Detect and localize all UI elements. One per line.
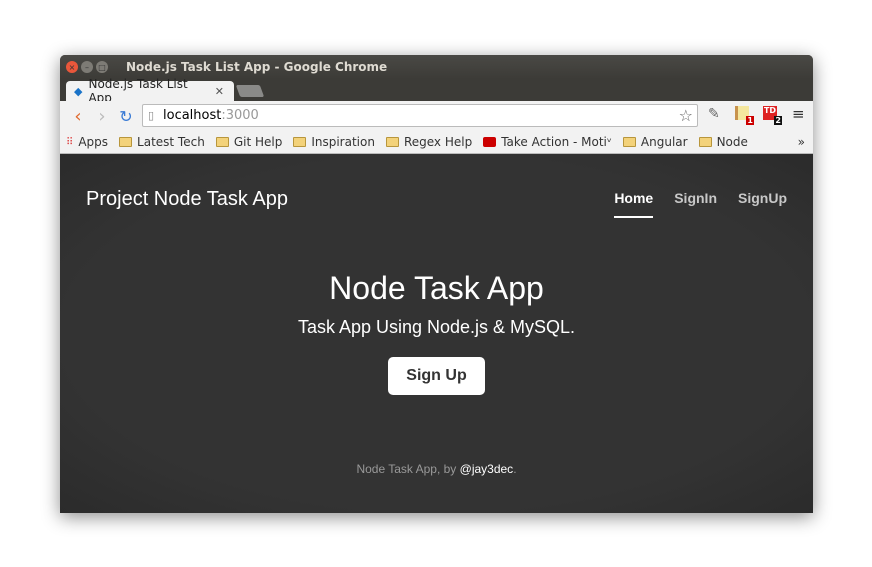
toolbar: ‹ › ↻ ▯ localhost:3000 ☆ ✎ 1 TD 2 ≡ [60, 101, 813, 131]
bookmark-angular[interactable]: Angular [622, 135, 688, 149]
bookmark-git-help[interactable]: Git Help [215, 135, 282, 149]
title-bar: × – □ Node.js Task List App - Google Chr… [60, 55, 813, 79]
bookmark-latest-tech[interactable]: Latest Tech [119, 135, 205, 149]
bookmark-regex-help[interactable]: Regex Help [385, 135, 472, 149]
folder-icon [215, 137, 229, 147]
sign-up-button[interactable]: Sign Up [388, 357, 485, 395]
apps-grid-icon: ⠿ [66, 136, 74, 148]
close-window-icon[interactable]: × [66, 61, 78, 73]
hero: Node Task App Task App Using Node.js & M… [60, 270, 813, 395]
new-tab-button[interactable] [235, 85, 265, 97]
folder-icon [293, 137, 307, 147]
hero-subtitle: Task App Using Node.js & MySQL. [297, 317, 576, 337]
folder-icon [119, 137, 133, 147]
footer-end: . [513, 462, 517, 476]
badge: 2 [774, 116, 782, 125]
minimize-window-icon[interactable]: – [81, 61, 93, 73]
close-tab-icon[interactable]: ✕ [215, 85, 224, 98]
reload-icon[interactable]: ↻ [114, 107, 138, 126]
page-content: Project Node Task App Home SignIn SignUp… [60, 154, 813, 513]
back-icon[interactable]: ‹ [66, 106, 90, 127]
bookmark-apps[interactable]: ⠿ Apps [66, 135, 108, 149]
bookmark-inspiration[interactable]: Inspiration [293, 135, 375, 149]
url-host: localhost [163, 108, 222, 123]
window-title: Node.js Task List App - Google Chrome [126, 60, 388, 74]
nav-signin[interactable]: SignIn [674, 190, 717, 218]
maximize-window-icon[interactable]: □ [96, 61, 108, 73]
menu-icon[interactable]: ≡ [792, 105, 805, 123]
tab-active[interactable]: ◆ Node.js Task List App ✕ [66, 77, 234, 105]
eyedropper-extension-icon[interactable]: ✎ [708, 106, 720, 122]
youtube-icon [483, 137, 497, 147]
address-bar[interactable]: ▯ localhost:3000 ☆ [142, 104, 698, 127]
tab-bar: ◆ Node.js Task List App ✕ [60, 77, 813, 105]
favicon-icon: ◆ [74, 84, 83, 98]
url-port: :3000 [221, 108, 259, 123]
td-extension-icon[interactable]: TD 2 [763, 106, 782, 125]
folder-icon [698, 137, 712, 147]
footer-text: Node Task App, by [356, 462, 460, 476]
nav-signup[interactable]: SignUp [738, 190, 787, 218]
hero-title: Node Task App [329, 270, 544, 306]
nav-home[interactable]: Home [614, 190, 654, 218]
bookmarks-bar: ⠿ Apps Latest Tech Git Help Inspiration R… [60, 131, 813, 154]
bookmark-take-action[interactable]: Take Action - Motiᵛ [483, 135, 612, 149]
browser-window: × – □ Node.js Task List App - Google Chr… [60, 55, 813, 513]
bookmark-node[interactable]: Node [698, 135, 748, 149]
page-icon: ▯ [148, 109, 155, 122]
folder-icon [622, 137, 636, 147]
badge: 1 [746, 116, 754, 125]
site-brand[interactable]: Project Node Task App [86, 188, 288, 211]
bookmark-star-icon[interactable]: ☆ [679, 106, 693, 125]
notes-extension-icon[interactable]: 1 [735, 106, 754, 125]
site-nav: Home SignIn SignUp [614, 190, 787, 218]
folder-icon [385, 137, 399, 147]
footer: Node Task App, by @jay3dec. [60, 462, 813, 476]
more-bookmarks-icon[interactable]: » [798, 135, 805, 149]
author-link[interactable]: @jay3dec [460, 462, 514, 476]
forward-icon[interactable]: › [90, 106, 114, 127]
